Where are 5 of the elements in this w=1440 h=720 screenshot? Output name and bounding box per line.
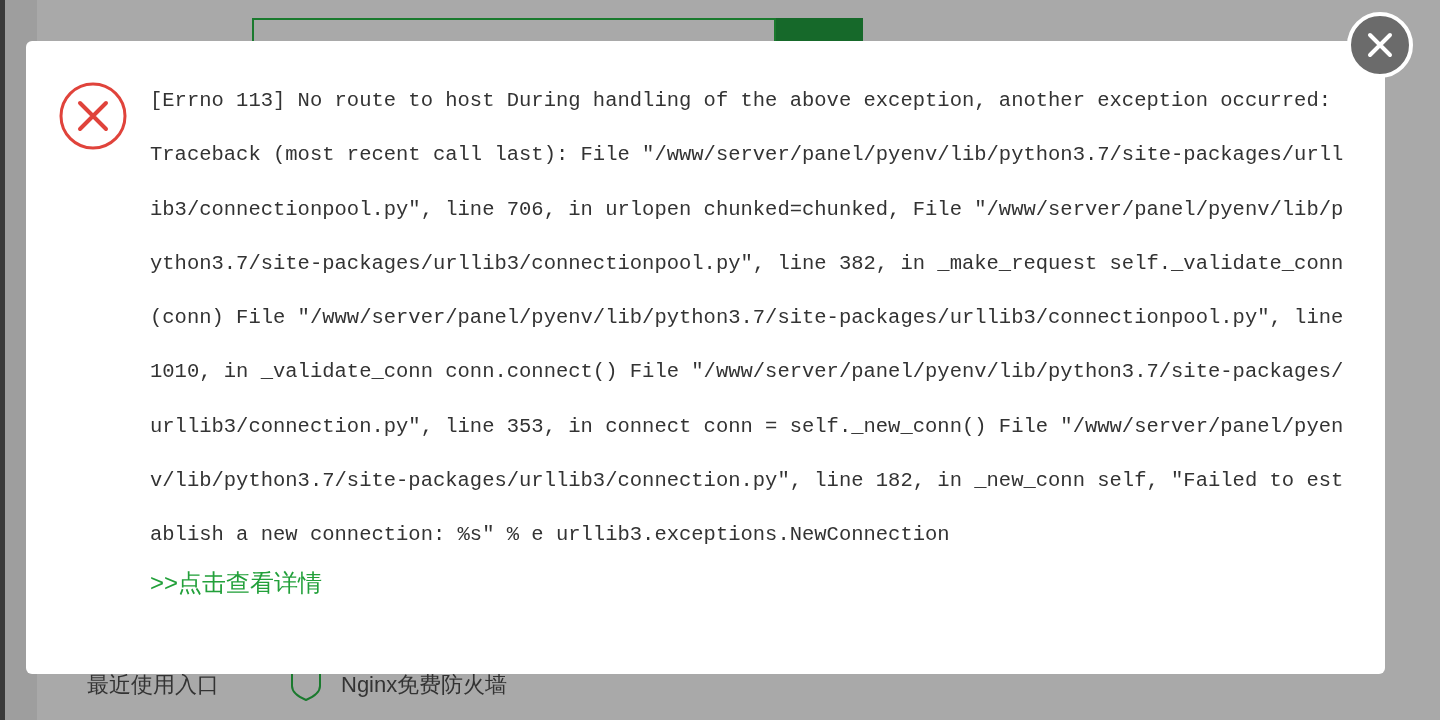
details-link[interactable]: >>点击查看详情 bbox=[150, 562, 323, 603]
error-message: [Errno 113] No route to host During handling of the above exception, another exception occurred: Traceback (most recent call last): File "/www/server/panel/pyenv/lib/python3.7/site-packages/urllib3/connectionpool.py", line 706, in urlopen chunked=chunked, File "/www/server/panel/pyenv/lib/python3.7/site-packages/urllib3/connectionpool.py", line 382, in _make_request self._validate_conn(conn) File "/www/server/panel/pyenv/lib/python3.7/site-packages/urllib3/connectionpool.py", line 1010, in _validate_conn conn.connect() File "/www/server/panel/pyenv/lib/python3.7/site-packages/urllib3/connection.py", line 353, in connect conn = self._new_conn() File "/www/server/panel/pyenv/lib/python3.7/site-packages/urllib3/connection.py", line 182, in _new_conn self, "Failed to establish a new connection: %s" % e urllib3.exceptions.NewConnection bbox=[150, 88, 1345, 549]
close-icon bbox=[1367, 32, 1393, 58]
error-icon bbox=[58, 81, 128, 151]
section-label: 最近使用入口 bbox=[87, 670, 219, 699]
